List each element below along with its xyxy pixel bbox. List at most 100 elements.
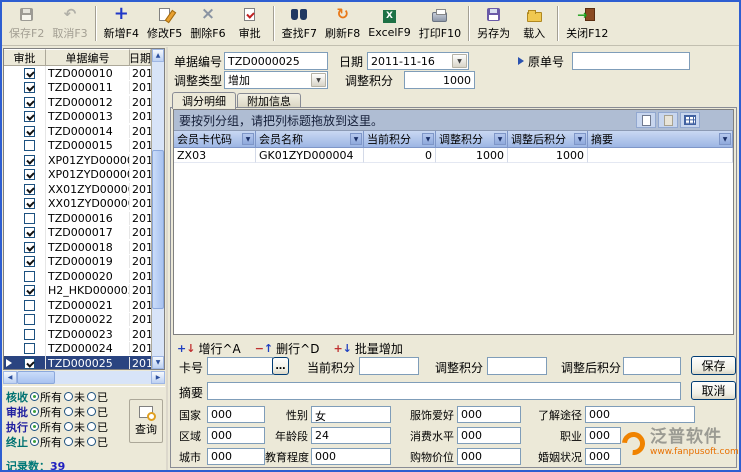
- document-list-row[interactable]: TZD000022201: [4, 313, 151, 328]
- checkbox-checked[interactable]: [24, 198, 35, 209]
- radio-option[interactable]: 已: [87, 404, 108, 420]
- profile-input[interactable]: 000: [585, 448, 621, 465]
- document-list-row[interactable]: TZD000020201: [4, 269, 151, 284]
- approve-cell[interactable]: [14, 153, 46, 168]
- checkbox-checked[interactable]: [24, 126, 35, 137]
- profile-input[interactable]: 女: [311, 406, 391, 423]
- filter-dropdown-icon[interactable]: ▼: [494, 133, 506, 145]
- toolbar-button-edit[interactable]: 修改F5: [143, 3, 186, 44]
- profile-input[interactable]: 000: [207, 427, 265, 444]
- toolbar-button-print[interactable]: 打印F10: [415, 3, 465, 44]
- toolbar-button-saveas[interactable]: 另存为: [473, 3, 514, 44]
- grid-cell-4[interactable]: 1000: [508, 148, 588, 163]
- filter-dropdown-icon[interactable]: ▼: [719, 133, 731, 145]
- tab-extra-info[interactable]: 附加信息: [237, 93, 301, 108]
- grid-row[interactable]: ZX03GK01ZYD000004010001000: [174, 148, 733, 163]
- query-button[interactable]: 查询: [129, 399, 163, 443]
- radio-option[interactable]: 未: [64, 419, 85, 435]
- grid-cell-2[interactable]: 0: [364, 148, 436, 163]
- document-list-row[interactable]: TZD000014201: [4, 124, 151, 139]
- grid-column-5[interactable]: 摘要▼: [588, 131, 733, 148]
- approve-cell[interactable]: [14, 342, 46, 357]
- approve-cell[interactable]: [14, 269, 46, 284]
- delete-row-button[interactable]: 删行^D: [255, 340, 320, 357]
- toolbar-button-delete[interactable]: 删除F6: [186, 3, 229, 44]
- approve-cell[interactable]: [14, 124, 46, 139]
- adjust-points-input[interactable]: [487, 357, 547, 375]
- checkbox-checked[interactable]: [24, 285, 35, 296]
- radio-icon[interactable]: [87, 392, 96, 401]
- list-column-header-0[interactable]: 审批: [4, 49, 46, 66]
- document-list-row[interactable]: TZD000012201: [4, 95, 151, 110]
- approve-cell[interactable]: [14, 255, 46, 270]
- doc-no-input[interactable]: TZD0000025: [224, 52, 328, 70]
- memo-input[interactable]: [207, 382, 681, 400]
- filter-dropdown-icon[interactable]: ▼: [350, 133, 362, 145]
- grid-cell-5[interactable]: [588, 148, 733, 163]
- document-list-row[interactable]: XP01ZYD0000052201: [4, 153, 151, 168]
- radio-option[interactable]: 所有: [30, 404, 62, 420]
- approve-cell[interactable]: [14, 197, 46, 212]
- approve-cell[interactable]: [14, 284, 46, 299]
- radio-option[interactable]: 所有: [30, 434, 62, 450]
- scrollbar-thumb[interactable]: [152, 150, 164, 309]
- document-list-row[interactable]: TZD000010201: [4, 66, 151, 81]
- document-list-row[interactable]: TZD000024201: [4, 342, 151, 357]
- toolbar-button-excel[interactable]: ExcelF9: [364, 3, 414, 44]
- document-list-row[interactable]: TZD000013201: [4, 110, 151, 125]
- radio-option[interactable]: 所有: [30, 419, 62, 435]
- radio-option[interactable]: 已: [87, 389, 108, 405]
- radio-icon[interactable]: [64, 407, 73, 416]
- checkbox-checked[interactable]: [24, 82, 35, 93]
- filter-dropdown-icon[interactable]: ▼: [242, 133, 254, 145]
- checkbox-unchecked[interactable]: [24, 300, 35, 311]
- approve-cell[interactable]: [14, 298, 46, 313]
- grid-cell-1[interactable]: GK01ZYD000004: [256, 148, 364, 163]
- toolbar-button-add[interactable]: 新增F4: [100, 3, 143, 44]
- toolbar-button-exit[interactable]: 关闭F12: [562, 3, 612, 44]
- checkbox-unchecked[interactable]: [24, 343, 35, 354]
- paste-button[interactable]: [658, 112, 678, 128]
- document-list-row[interactable]: XP01ZYD0000066201: [4, 168, 151, 183]
- approve-cell[interactable]: [14, 240, 46, 255]
- checkbox-unchecked[interactable]: [24, 329, 35, 340]
- checkbox-unchecked[interactable]: [24, 271, 35, 282]
- radio-option[interactable]: 已: [87, 419, 108, 435]
- list-column-header-1[interactable]: 单据编号: [46, 49, 130, 66]
- vertical-scrollbar[interactable]: ▲ ▼: [151, 49, 164, 369]
- checkbox-checked[interactable]: [24, 242, 35, 253]
- approve-cell[interactable]: [14, 211, 46, 226]
- document-list-row[interactable]: H2_HKD000003201: [4, 284, 151, 299]
- document-list-row[interactable]: TZD000023201: [4, 327, 151, 342]
- grid-cell-3[interactable]: 1000: [436, 148, 508, 163]
- toolbar-button-refresh[interactable]: 刷新F8: [321, 3, 364, 44]
- radio-icon[interactable]: [64, 392, 73, 401]
- radio-selected-icon[interactable]: [30, 407, 39, 416]
- grid-column-4[interactable]: 调整后积分▼: [508, 131, 588, 148]
- approve-cell[interactable]: [14, 110, 46, 125]
- grid-column-1[interactable]: 会员名称▼: [256, 131, 364, 148]
- card-lookup-button[interactable]: …: [272, 357, 289, 375]
- checkbox-unchecked[interactable]: [24, 314, 35, 325]
- approve-cell[interactable]: [14, 182, 46, 197]
- checkbox-checked[interactable]: [24, 155, 35, 166]
- radio-icon[interactable]: [87, 422, 96, 431]
- checkbox-checked[interactable]: [24, 169, 35, 180]
- radio-option[interactable]: 所有: [30, 389, 62, 405]
- profile-input[interactable]: 24: [311, 427, 391, 444]
- document-list-row[interactable]: XX01ZYD0000066201: [4, 197, 151, 212]
- document-list-row[interactable]: TZD000019201: [4, 255, 151, 270]
- document-list-row[interactable]: TZD000016201: [4, 211, 151, 226]
- profile-input[interactable]: 000: [207, 448, 265, 465]
- toolbar-button-approve[interactable]: 审批: [230, 3, 270, 44]
- checkbox-checked[interactable]: [24, 68, 35, 79]
- cancel-button[interactable]: 取消: [691, 381, 736, 400]
- profile-input[interactable]: 000: [311, 448, 391, 465]
- radio-option[interactable]: 未: [64, 434, 85, 450]
- current-points-input[interactable]: [359, 357, 419, 375]
- chevron-down-icon[interactable]: ▼: [311, 73, 326, 87]
- date-select[interactable]: 2011-11-16 ▼: [367, 52, 469, 70]
- profile-input[interactable]: 000: [457, 427, 521, 444]
- profile-input[interactable]: 000: [457, 406, 521, 423]
- radio-option[interactable]: 已: [87, 434, 108, 450]
